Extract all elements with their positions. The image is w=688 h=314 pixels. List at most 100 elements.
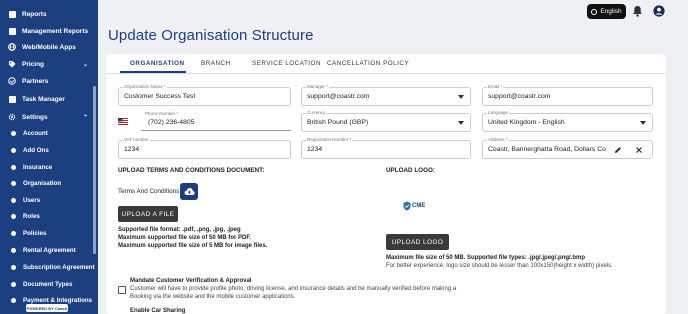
sidebar-subitem-roles[interactable]: Roles	[0, 212, 98, 221]
sidebar-subitem-label: Add Ons	[23, 147, 49, 154]
tab-cancellation-policy[interactable]: CANCELLATION POLICY	[327, 60, 409, 67]
sidebar: Reports Management Reports Web/Mobile Ap…	[0, 0, 98, 314]
bullet-icon	[11, 198, 16, 203]
sidebar-item-task-manager[interactable]: Task Manager	[0, 94, 98, 104]
currency-select[interactable]: Currency British Pound (GBP)	[301, 110, 471, 132]
globe-icon	[8, 43, 16, 51]
bullet-icon	[11, 165, 16, 170]
sidebar-subitem-label: Policies	[23, 230, 47, 237]
bullet-icon	[11, 181, 16, 186]
chevron-down-icon: ⌄	[82, 61, 88, 68]
mandate-verification-checkbox[interactable]	[118, 286, 126, 294]
mandate-verification-title: Mandate Customer Verification & Approval	[130, 278, 252, 284]
tab-organisation[interactable]: ORGANISATION	[130, 60, 185, 67]
sidebar-subitem-label: Users	[23, 197, 41, 204]
gear-icon	[8, 113, 16, 121]
sidebar-subitem-label: Document Types	[23, 281, 73, 288]
phone-underline	[141, 130, 291, 131]
sidebar-item-reports[interactable]: Reports	[0, 9, 98, 19]
sidebar-item-label: Task Manager	[22, 95, 65, 103]
terms-image-size-info: Maximum supported file size of 5 MB for …	[118, 243, 268, 249]
sidebar-subitem-rental-agreement[interactable]: Rental Agreement	[0, 246, 98, 255]
manager-label: Manager *	[306, 84, 329, 89]
sidebar-item-settings[interactable]: Settings ⌃	[0, 112, 98, 122]
terms-format-info: Supported file format: .pdf, .png, .jpg,…	[118, 227, 241, 233]
language-select[interactable]: Language United Kingdom - English	[482, 110, 653, 132]
vat-number-label: VAT number	[123, 137, 150, 142]
bullet-icon	[11, 231, 16, 236]
sidebar-subitem-users[interactable]: Users	[0, 196, 98, 205]
bullet-icon	[11, 131, 16, 136]
sidebar-subitem-organisation[interactable]: Organisation	[0, 179, 98, 188]
active-tab-indicator	[120, 71, 186, 73]
language-label: English	[600, 8, 622, 15]
sidebar-subitem-subscription-agreement[interactable]: Subscription Agreement	[0, 263, 98, 272]
sidebar-item-label: Management Reports	[22, 27, 89, 35]
tab-bar: ORGANISATION BRANCH SERVICE LOCATION CAN…	[106, 54, 666, 74]
bullet-icon	[11, 265, 16, 270]
management-reports-icon	[8, 27, 16, 35]
terms-pdf-size-info: Maximum supported file size of 50 MB for…	[118, 235, 252, 241]
address-value: Coastr, Bannerghatta Road, Dollars Colon	[488, 146, 606, 153]
organisation-name-field[interactable]: Organisation Name * Customer Success Tes…	[118, 84, 291, 106]
email-field[interactable]: Email * support@coastr.com	[482, 84, 653, 106]
sidebar-item-label: Pricing	[22, 60, 45, 68]
vat-number-value: 1234	[124, 146, 140, 153]
sidebar-item-pricing[interactable]: Pricing ⌄	[0, 59, 98, 69]
cloud-upload-icon	[184, 188, 195, 195]
enable-car-sharing-title: Enable Car Sharing	[130, 308, 186, 314]
chevron-up-icon: ⌃	[82, 114, 88, 121]
sidebar-subitem-document-types[interactable]: Document Types	[0, 280, 98, 289]
terms-label: Terms And Conditions	[118, 188, 180, 195]
currency-value: British Pound (GBP)	[307, 119, 369, 126]
sidebar-item-label: Partners	[22, 77, 49, 85]
sidebar-scrollbar[interactable]	[93, 86, 96, 254]
logo-size-info: Maximum file size of 50 MB. Supported fi…	[386, 255, 586, 261]
upload-logo-heading: UPLOAD LOGO:	[386, 167, 435, 174]
sidebar-item-label: Reports	[22, 10, 47, 18]
us-flag-icon[interactable]	[118, 118, 128, 125]
currency-label: Currency	[306, 110, 327, 115]
tab-branch[interactable]: BRANCH	[201, 60, 231, 67]
bullet-icon	[11, 282, 16, 287]
language-button[interactable]: English	[587, 4, 626, 19]
language-value: United Kingdom - English	[488, 119, 565, 126]
sidebar-item-web-mobile-apps[interactable]: Web/Mobile Apps	[0, 42, 98, 52]
powered-by-badge: POWERED BY Coastr	[26, 304, 68, 312]
sidebar-subitem-label: Subscription Agreement	[23, 264, 95, 271]
phone-label: Phone Number *	[144, 111, 180, 116]
sidebar-subitem-insurance[interactable]: Insurance	[0, 163, 98, 172]
sidebar-subitem-account[interactable]: Account	[0, 129, 98, 138]
sidebar-item-label: Web/Mobile Apps	[22, 43, 76, 51]
edit-pencil-icon[interactable]	[614, 146, 622, 154]
bullet-icon	[11, 298, 16, 303]
tab-service-location[interactable]: SERVICE LOCATION	[252, 60, 321, 67]
upload-file-button[interactable]: UPLOAD A FILE	[118, 206, 178, 222]
logo-text: CME	[412, 203, 426, 209]
sidebar-subitem-label: Rental Agreement	[23, 247, 76, 254]
language-field-label: Language	[487, 110, 510, 115]
upload-logo-button[interactable]: UPLOAD LOGO	[386, 234, 449, 250]
dropdown-caret-icon	[458, 121, 464, 125]
bell-icon[interactable]	[632, 5, 643, 17]
sidebar-subitem-label: Organisation	[23, 180, 62, 187]
sidebar-item-management-reports[interactable]: Management Reports	[0, 26, 98, 36]
sidebar-item-partners[interactable]: Partners	[0, 76, 98, 86]
logo-shield-icon	[403, 201, 411, 211]
address-field[interactable]: Address * Coastr, Bannerghatta Road, Dol…	[482, 137, 653, 159]
bullet-icon	[11, 248, 16, 253]
reports-icon	[8, 10, 16, 18]
vat-number-field[interactable]: VAT number 1234	[118, 137, 291, 159]
registration-number-field[interactable]: Registration Number * 1234	[301, 137, 471, 159]
cloud-upload-button[interactable]	[180, 183, 198, 200]
logo-dimension-info: For better experience, logo size should …	[386, 263, 613, 269]
sidebar-subitem-policies[interactable]: Policies	[0, 229, 98, 238]
mandate-verification-desc-line2: Booking via the website and the mobile c…	[130, 294, 296, 300]
user-icon[interactable]	[653, 5, 665, 17]
bullet-icon	[11, 148, 16, 153]
clear-close-icon[interactable]	[635, 146, 643, 154]
task-icon	[8, 95, 16, 103]
registration-number-label: Registration Number *	[306, 137, 353, 142]
sidebar-subitem-add-ons[interactable]: Add Ons	[0, 146, 98, 155]
manager-select[interactable]: Manager * support@coastr.com	[301, 84, 471, 106]
